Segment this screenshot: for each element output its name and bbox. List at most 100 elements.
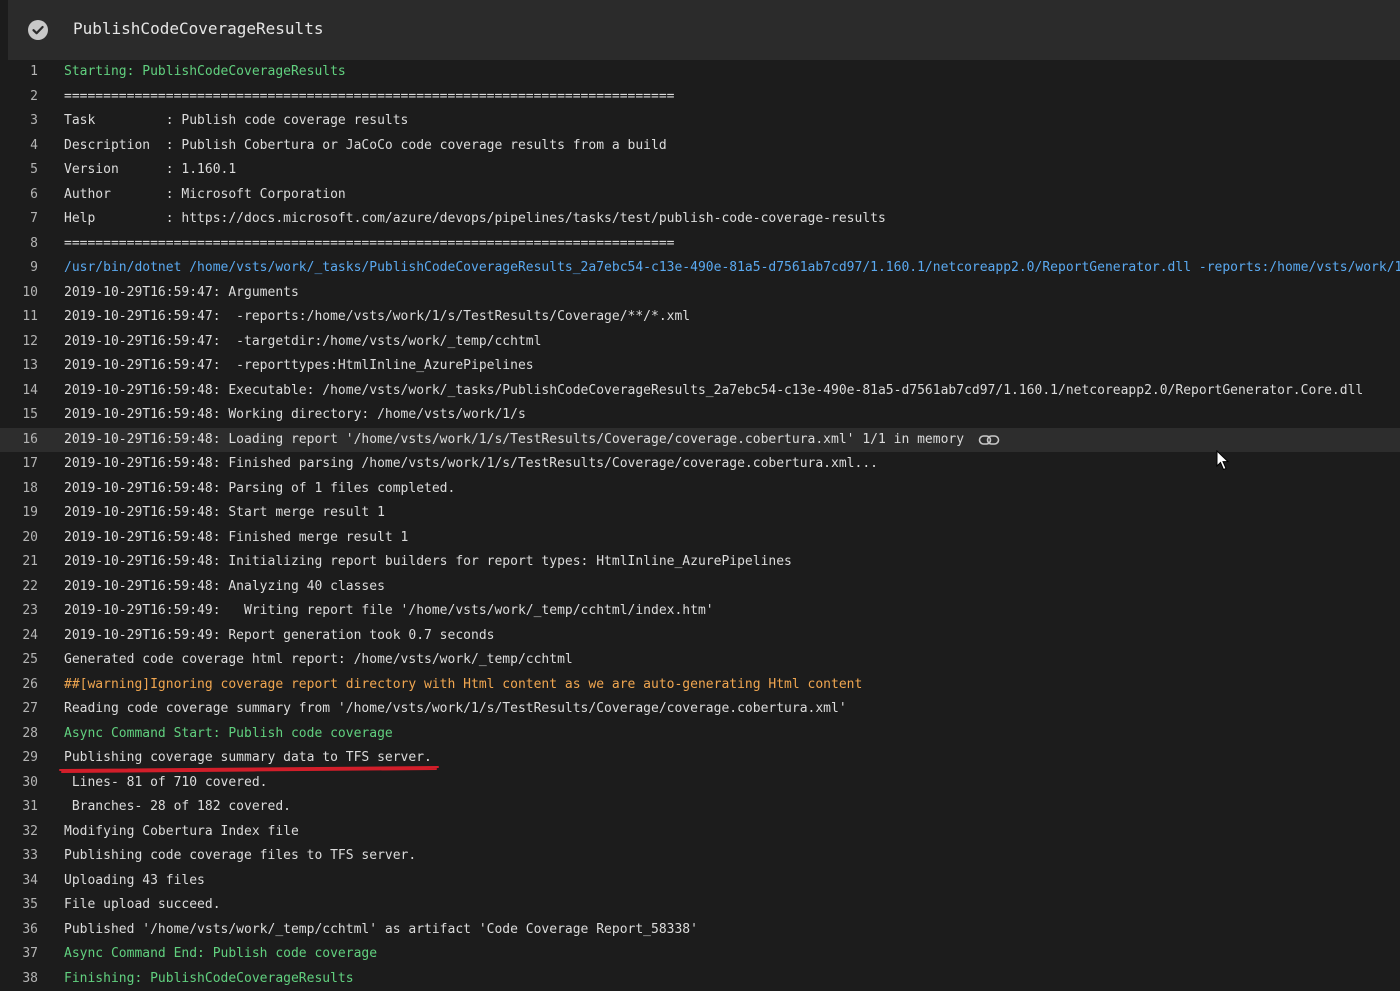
log-line[interactable]: 14 2019-10-29T16:59:48: Executable: /home… — [0, 379, 1400, 403]
log-line-text: Publishing code coverage files to TFS se… — [64, 848, 417, 863]
log-line[interactable]: 7 Help : https://docs.microsoft.com/azure… — [0, 207, 1400, 231]
log-line[interactable]: 1 Starting: PublishCodeCoverageResults — [0, 60, 1400, 84]
log-line[interactable]: 31 Branches- 28 of 182 covered. — [0, 795, 1400, 819]
check-circle-icon — [28, 20, 48, 40]
log-line[interactable]: 32 Modifying Cobertura Index file — [0, 820, 1400, 844]
log-line[interactable]: 5 Version : 1.160.1 — [0, 158, 1400, 182]
line-number[interactable]: 22 — [0, 579, 38, 594]
line-number[interactable]: 36 — [0, 922, 38, 937]
log-line[interactable]: 3 Task : Publish code coverage results — [0, 109, 1400, 133]
line-number[interactable]: 7 — [0, 211, 38, 226]
log-line-text: 2019-10-29T16:59:47: -reporttypes:HtmlIn… — [64, 358, 534, 373]
log-line[interactable]: 37 Async Command End: Publish code covera… — [0, 942, 1400, 966]
line-number[interactable]: 31 — [0, 799, 38, 814]
line-number[interactable]: 24 — [0, 628, 38, 643]
log-line[interactable]: 36 Published '/home/vsts/work/_temp/cchtm… — [0, 918, 1400, 942]
line-number[interactable]: 15 — [0, 407, 38, 422]
line-number[interactable]: 25 — [0, 652, 38, 667]
log-line-text: ========================================… — [64, 88, 675, 104]
step-header: PublishCodeCoverageResults — [8, 0, 1400, 60]
log-line-text: 2019-10-29T16:59:48: Initializing report… — [64, 554, 792, 569]
log-line-text: Async Command Start: Publish code covera… — [64, 725, 393, 741]
log-line[interactable]: 2 =======================================… — [0, 85, 1400, 109]
log-line-text: 2019-10-29T16:59:48: Start merge result … — [64, 505, 385, 520]
line-number[interactable]: 12 — [0, 334, 38, 349]
link-icon[interactable] — [978, 433, 1000, 447]
log-line-text: Version : 1.160.1 — [64, 162, 237, 177]
line-number[interactable]: 6 — [0, 187, 38, 202]
step-title: PublishCodeCoverageResults — [73, 19, 324, 38]
log-line-text: Modifying Cobertura Index file — [64, 823, 299, 839]
log-line[interactable]: 9/usr/bin/dotnet /home/vsts/work/_tasks/… — [0, 256, 1400, 280]
line-number[interactable]: 30 — [0, 775, 38, 790]
log-line-text: 2019-10-29T16:59:49: Report generation t… — [64, 627, 495, 643]
line-number[interactable]: 32 — [0, 824, 38, 839]
log-output[interactable]: 1 Starting: PublishCodeCoverageResults 2 ==… — [0, 60, 1400, 991]
log-line[interactable]: 12 2019-10-29T16:59:47: -targetdir:/home/… — [0, 330, 1400, 354]
log-line[interactable]: 33 Publishing code coverage files to TFS … — [0, 844, 1400, 868]
log-line-text: 2019-10-29T16:59:48: Parsing of 1 files … — [64, 480, 456, 496]
line-number[interactable]: 21 — [0, 554, 38, 569]
line-number[interactable]: 1 — [0, 64, 38, 79]
line-number[interactable]: 3 — [0, 113, 38, 128]
log-line[interactable]: 6 Author : Microsoft Corporation — [0, 183, 1400, 207]
log-line[interactable]: 23 2019-10-29T16:59:49: Writing report fi… — [0, 599, 1400, 623]
line-number[interactable]: 17 — [0, 456, 38, 471]
line-number[interactable]: 20 — [0, 530, 38, 545]
log-line-text: Reading code coverage summary from '/hom… — [64, 701, 847, 716]
log-line[interactable]: 13 2019-10-29T16:59:47: -reporttypes:Html… — [0, 354, 1400, 378]
line-number[interactable]: 27 — [0, 701, 38, 716]
line-number[interactable]: 16 — [0, 432, 38, 447]
log-line[interactable]: 11 2019-10-29T16:59:47: -reports:/home/vs… — [0, 305, 1400, 329]
line-number[interactable]: 10 — [0, 285, 38, 300]
log-line[interactable]: 8 =======================================… — [0, 232, 1400, 256]
line-number[interactable]: 38 — [0, 971, 38, 986]
log-line-text: Author : Microsoft Corporation — [64, 186, 346, 202]
log-line[interactable]: 17 2019-10-29T16:59:48: Finished parsing … — [0, 452, 1400, 476]
line-number[interactable]: 35 — [0, 897, 38, 912]
line-number[interactable]: 8 — [0, 236, 38, 251]
line-number[interactable]: 33 — [0, 848, 38, 863]
log-line[interactable]: 38 Finishing: PublishCodeCoverageResults — [0, 967, 1400, 991]
log-line[interactable]: 19 2019-10-29T16:59:48: Start merge resul… — [0, 501, 1400, 525]
log-line-text: 2019-10-29T16:59:49: Writing report file… — [64, 603, 714, 618]
log-line[interactable]: 35 File upload succeed. — [0, 893, 1400, 917]
log-line[interactable]: 4 Description : Publish Cobertura or JaCo… — [0, 134, 1400, 158]
log-line-text: Uploading 43 files — [64, 872, 205, 888]
line-number[interactable]: 5 — [0, 162, 38, 177]
line-number[interactable]: 4 — [0, 138, 38, 153]
log-line-text: 2019-10-29T16:59:47: -targetdir:/home/vs… — [64, 333, 542, 349]
log-line[interactable]: 27 Reading code coverage summary from '/h… — [0, 697, 1400, 721]
line-number[interactable]: 19 — [0, 505, 38, 520]
log-line[interactable]: 16 2019-10-29T16:59:48: Loading report '/… — [0, 427, 1400, 452]
log-line[interactable]: 22 2019-10-29T16:59:48: Analyzing 40 clas… — [0, 575, 1400, 599]
log-line-text: Async Command End: Publish code coverage — [64, 946, 378, 961]
log-line[interactable]: 15 2019-10-29T16:59:48: Working directory… — [0, 403, 1400, 427]
line-number[interactable]: 11 — [0, 309, 38, 324]
log-line-text: 2019-10-29T16:59:48: Finished merge resu… — [64, 529, 409, 545]
line-number[interactable]: 26 — [0, 677, 38, 692]
log-line-text: ##[warning]Ignoring coverage report dire… — [64, 676, 863, 692]
line-number[interactable]: 28 — [0, 726, 38, 741]
log-line[interactable]: 20 2019-10-29T16:59:48: Finished merge re… — [0, 526, 1400, 550]
log-line[interactable]: 28 Async Command Start: Publish code cove… — [0, 722, 1400, 746]
line-number[interactable]: 37 — [0, 946, 38, 961]
line-number[interactable]: 2 — [0, 89, 38, 104]
line-number[interactable]: 9 — [0, 260, 38, 275]
log-line-text: 2019-10-29T16:59:48: Working directory: … — [64, 407, 526, 422]
line-number[interactable]: 18 — [0, 481, 38, 496]
log-line[interactable]: 21 2019-10-29T16:59:48: Initializing repo… — [0, 550, 1400, 574]
line-number[interactable]: 34 — [0, 873, 38, 888]
log-line-text: 2019-10-29T16:59:47: Arguments — [64, 284, 299, 300]
mouse-cursor-icon — [1216, 450, 1230, 471]
line-number[interactable]: 13 — [0, 358, 38, 373]
log-line[interactable]: 25 Generated code coverage html report: /… — [0, 648, 1400, 672]
line-number[interactable]: 29 — [0, 750, 38, 765]
line-number[interactable]: 23 — [0, 603, 38, 618]
line-number[interactable]: 14 — [0, 383, 38, 398]
log-line[interactable]: 24 2019-10-29T16:59:49: Report generation… — [0, 624, 1400, 648]
log-line[interactable]: 26 ##[warning]Ignoring coverage report di… — [0, 673, 1400, 697]
log-line[interactable]: 10 2019-10-29T16:59:47: Arguments — [0, 281, 1400, 305]
log-line[interactable]: 34 Uploading 43 files — [0, 869, 1400, 893]
log-line[interactable]: 18 2019-10-29T16:59:48: Parsing of 1 file… — [0, 477, 1400, 501]
